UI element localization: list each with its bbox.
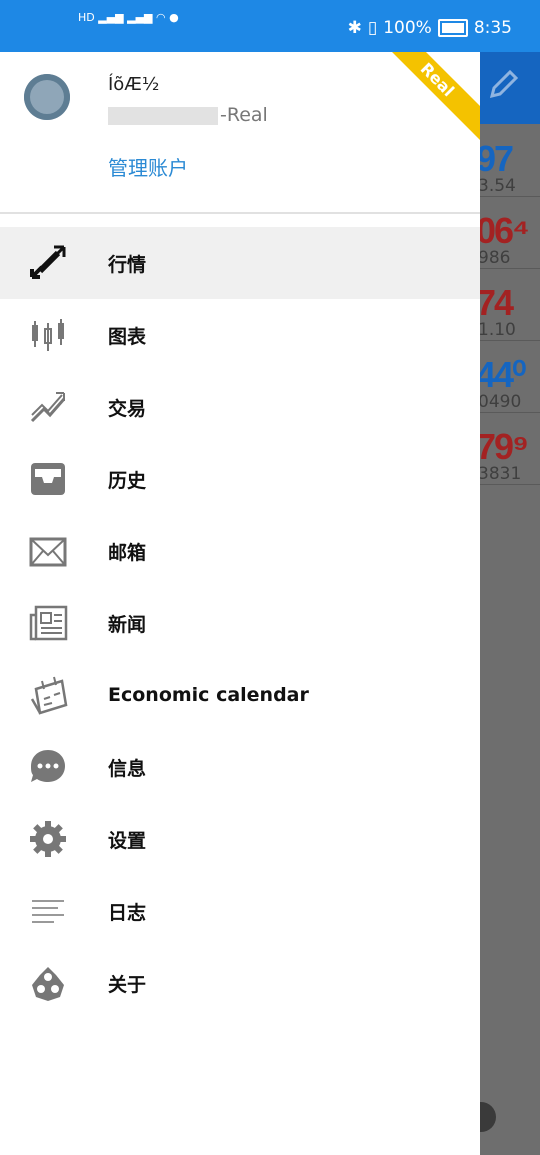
menu-item-about[interactable]: 关于 — [0, 947, 480, 1019]
history-inbox-icon — [31, 463, 65, 495]
quote-subvalue: 1.10 — [480, 320, 516, 340]
menu-item-label: 图表 — [108, 325, 147, 348]
battery-icon — [437, 19, 468, 37]
menu-item-settings[interactable]: 设置 — [0, 803, 480, 875]
quote-price: 97 — [480, 138, 514, 179]
more-button[interactable] — [480, 1102, 496, 1132]
navigation-drawer: Real Í­õÆ½ -Real 管理账户 行情 图表 — [0, 52, 480, 1155]
background-toolbar — [480, 52, 540, 124]
drawer-menu: 行情 图表 交易 历史 邮箱 新闻 Economic calendar 信息 设… — [0, 227, 480, 1019]
candlestick-chart-icon — [32, 319, 64, 351]
status-left-icons: HD ▂▄▆ ▂▄▆ ◠ ● — [78, 12, 179, 24]
about-logo-icon — [32, 967, 64, 1001]
account-number-redacted — [108, 106, 218, 125]
account-name: Í­õÆ½ — [108, 74, 160, 95]
menu-item-news[interactable]: 新闻 — [0, 587, 480, 659]
quote-subvalue: 0490 — [480, 392, 522, 412]
wifi-icon: ◠ — [156, 11, 166, 24]
menu-item-label: 历史 — [108, 469, 147, 492]
menu-item-trade[interactable]: 交易 — [0, 371, 480, 443]
quote-subvalue: 3831 — [480, 464, 522, 484]
menu-item-label: 设置 — [108, 829, 147, 852]
quote-price: 74 — [480, 282, 514, 323]
menu-item-messages[interactable]: 信息 — [0, 731, 480, 803]
quote-row[interactable]: 79⁹ 3831 — [480, 412, 540, 485]
pencil-icon[interactable] — [486, 66, 522, 102]
quote-price: 44⁰ — [480, 354, 527, 395]
signal-icon: ▂▄▆ — [127, 11, 153, 24]
account-server: -Real — [108, 104, 268, 126]
chat-bubble-icon — [31, 750, 65, 782]
quote-price: 79⁹ — [480, 426, 529, 467]
quote-subvalue: 3.54 — [480, 176, 516, 196]
account-type-badge: Real — [375, 52, 480, 142]
status-right: ✱ ▯ 100% 8:35 — [348, 18, 512, 38]
signal-icon: ▂▄▆ — [98, 11, 124, 24]
avatar[interactable] — [24, 74, 70, 120]
menu-item-label: 邮箱 — [108, 541, 147, 564]
menu-item-label: 信息 — [108, 757, 147, 780]
mail-envelope-icon — [29, 537, 67, 567]
quote-price: 06⁴ — [480, 210, 530, 251]
menu-item-label: 交易 — [108, 397, 147, 420]
menu-item-economic-calendar[interactable]: Economic calendar — [0, 659, 480, 731]
manage-accounts-link[interactable]: 管理账户 — [108, 152, 188, 181]
bluetooth-icon: ✱ — [347, 18, 362, 38]
divider — [0, 212, 480, 214]
quote-row[interactable]: 97 3.54 — [480, 124, 540, 197]
menu-item-history[interactable]: 历史 — [0, 443, 480, 515]
economic-calendar-icon — [30, 676, 68, 715]
trade-trend-icon — [30, 392, 66, 423]
menu-item-label: Economic calendar — [108, 684, 309, 706]
clock: 8:35 — [473, 18, 512, 38]
quotes-arrows-icon — [30, 245, 66, 279]
background-app[interactable]: 97 3.54 06⁴ 986 74 1.10 44⁰ 0490 79⁹ 3831 — [480, 52, 540, 1155]
menu-item-label: 日志 — [108, 901, 147, 924]
menu-item-quotes[interactable]: 行情 — [0, 227, 480, 299]
hd-icon: HD — [78, 11, 95, 24]
quote-row[interactable]: 74 1.10 — [480, 268, 540, 341]
quote-subvalue: 986 — [480, 248, 511, 268]
menu-item-label: 关于 — [108, 973, 147, 996]
quote-row[interactable]: 44⁰ 0490 — [480, 340, 540, 413]
log-lines-icon — [32, 900, 64, 923]
menu-item-label: 行情 — [108, 253, 147, 276]
gear-icon — [30, 821, 66, 857]
battery-percent: 100% — [383, 18, 432, 38]
menu-item-journal[interactable]: 日志 — [0, 875, 480, 947]
news-icon — [29, 605, 68, 641]
menu-item-label: 新闻 — [108, 613, 147, 636]
vibrate-icon: ▯ — [367, 18, 378, 38]
menu-item-chart[interactable]: 图表 — [0, 299, 480, 371]
status-bar: HD ▂▄▆ ▂▄▆ ◠ ● ✱ ▯ 100% 8:35 — [0, 0, 540, 52]
notification-icon: ● — [169, 11, 179, 24]
menu-item-mailbox[interactable]: 邮箱 — [0, 515, 480, 587]
quote-row[interactable]: 06⁴ 986 — [480, 196, 540, 269]
